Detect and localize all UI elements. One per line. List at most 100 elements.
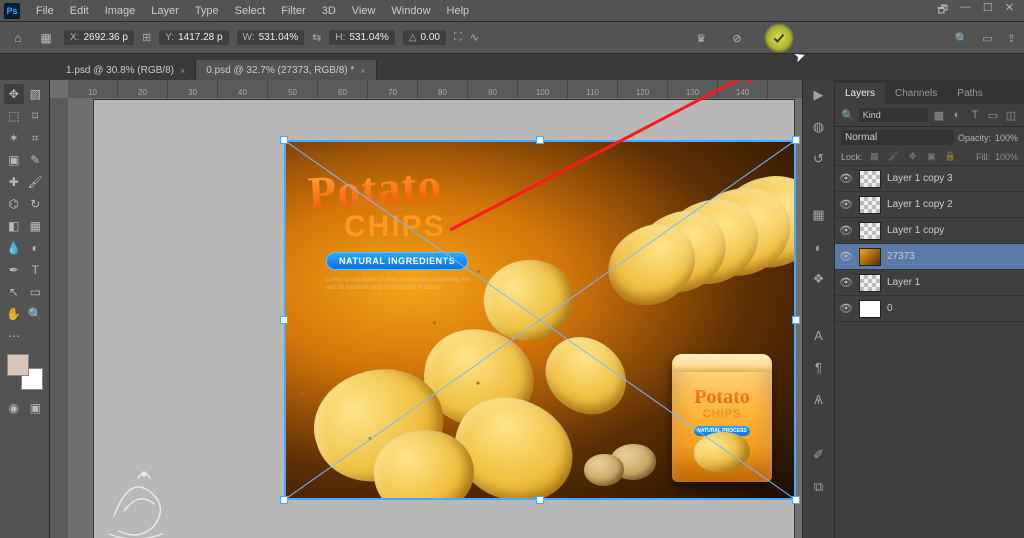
panel-tab-channels[interactable]: Channels [885,83,947,104]
placed-image[interactable]: Potato CHIPS NATURAL INGREDIENTS Lorem i… [284,140,796,500]
layer-row[interactable]: 👁0 [835,296,1024,322]
filter-kind-dropdown[interactable]: Kind [859,108,928,122]
menu-image[interactable]: Image [97,3,144,19]
lasso-tool[interactable]: ⌑ [26,106,46,126]
clone-panel-icon[interactable]: ⧉ [810,478,828,496]
shape-tool[interactable]: ▭ [26,282,46,302]
blur-tool[interactable]: 💧 [4,238,24,258]
filter-smart-icon[interactable]: ◫ [1004,109,1018,122]
filter-adjust-icon[interactable]: ◐ [950,109,964,121]
close-tab-icon[interactable]: × [180,66,185,76]
heal-tool[interactable]: ✚ [4,172,24,192]
visibility-icon[interactable]: 👁 [839,224,853,237]
visibility-icon[interactable]: 👁 [839,276,853,289]
stamp-tool[interactable]: ⌬ [4,194,24,214]
foreground-color-swatch[interactable] [7,354,29,376]
restore-child-icon[interactable]: 🗗 [938,1,948,20]
opacity-value[interactable]: 100% [995,133,1018,143]
layer-row[interactable]: 👁Layer 1 copy 2 [835,192,1024,218]
visibility-icon[interactable]: 👁 [839,250,853,263]
menu-window[interactable]: Window [383,3,438,19]
swatches-panel-icon[interactable]: ▦ [810,206,828,224]
color-swatches[interactable] [7,354,43,390]
panel-tab-layers[interactable]: Layers [835,83,885,104]
play-action-icon[interactable]: ▶ [810,86,828,104]
layer-thumb[interactable] [859,300,881,318]
paragraph-icon[interactable]: ¶ [810,358,828,376]
move-tool[interactable]: ✥ [4,84,24,104]
y-field[interactable]: Y:1417.28 p [159,30,228,45]
type-tool[interactable]: T [26,260,46,280]
frame-tool[interactable]: ▣ [4,150,24,170]
lock-nest-icon[interactable]: ▣ [925,151,939,162]
filter-type-icon[interactable]: T [968,109,982,121]
lock-trans-icon[interactable]: ▦ [868,151,882,162]
canvas-area[interactable]: 102030405060708090100110120130140 Potato… [50,80,802,538]
path-select-tool[interactable]: ↖ [4,282,24,302]
screen-mode-icon[interactable]: ▣ [26,398,46,418]
menu-layer[interactable]: Layer [143,3,187,19]
warp-icon[interactable]: ♛ [692,29,710,47]
h-field[interactable]: H:531.04% [329,30,394,45]
document-tab[interactable]: 0.psd @ 32.7% (27373, RGB/8) *× [196,60,376,80]
blend-mode-dropdown[interactable]: Normal [841,130,954,145]
interp-icon[interactable]: ⛶ [454,31,462,44]
pen-tool[interactable]: ✒ [4,260,24,280]
anti-alias-icon[interactable]: ∿ [470,31,479,44]
lock-pos-icon[interactable]: ✥ [906,151,920,162]
history-brush-tool[interactable]: ↻ [26,194,46,214]
menu-filter[interactable]: Filter [273,3,313,19]
3d-icon[interactable]: ◍ [810,118,828,136]
search-icon[interactable]: 🔍 [955,32,969,45]
layer-row[interactable]: 👁Layer 1 copy 3 [835,166,1024,192]
tool-preset-icon[interactable]: ▦ [36,28,56,48]
quick-select-tool[interactable]: ✶ [4,128,24,148]
crop-tool[interactable]: ⌗ [26,128,46,148]
visibility-icon[interactable]: 👁 [839,198,853,211]
menu-view[interactable]: View [344,3,384,19]
cancel-transform-icon[interactable]: ⊘ [728,29,746,47]
eyedropper-tool[interactable]: ✎ [26,150,46,170]
close-tab-icon[interactable]: × [360,66,365,76]
w-field[interactable]: W:531.04% [237,30,305,45]
layer-thumb[interactable] [859,222,881,240]
edit-toolbar-icon[interactable]: ⋯ [4,326,24,346]
fill-value[interactable]: 100% [995,152,1018,162]
layer-thumb[interactable] [859,170,881,188]
layer-row[interactable]: 👁Layer 1 copy [835,218,1024,244]
panel-tab-paths[interactable]: Paths [947,83,993,104]
home-icon[interactable]: ⌂ [8,28,28,48]
gradient-tool[interactable]: ▦ [26,216,46,236]
commit-transform-button[interactable] [764,23,794,53]
artboard-tool[interactable]: ▧ [26,84,46,104]
dodge-tool[interactable]: ◐ [26,238,46,258]
menu-file[interactable]: File [28,3,62,19]
marquee-tool[interactable]: ⬚ [4,106,24,126]
zoom-tool[interactable]: 🔍 [26,304,46,324]
character-icon[interactable]: A [810,326,828,344]
x-field[interactable]: X:2692.36 p [64,30,134,45]
angle-field[interactable]: △0.00 [403,30,446,45]
glyph-icon[interactable]: Ѧ [810,390,828,408]
filter-pixel-icon[interactable]: ▩ [932,109,946,122]
share-icon[interactable]: ⇪ [1007,32,1016,45]
link-wh-icon[interactable]: ⇆ [312,31,321,44]
layer-row[interactable]: 👁Layer 1 [835,270,1024,296]
visibility-icon[interactable]: 👁 [839,302,853,315]
workspace-icon[interactable]: ▭ [982,32,992,45]
adjustments-icon[interactable]: ◐ [810,238,828,256]
styles-icon[interactable]: ❖ [810,270,828,288]
menu-select[interactable]: Select [227,3,274,19]
layer-thumb[interactable] [859,248,881,266]
document-tab[interactable]: 1.psd @ 30.8% (RGB/8)× [56,60,196,80]
layer-thumb[interactable] [859,196,881,214]
history-icon[interactable]: ↺ [810,150,828,168]
menu-type[interactable]: Type [187,3,227,19]
layer-thumb[interactable] [859,274,881,292]
visibility-icon[interactable]: 👁 [839,172,853,185]
quick-mask-icon[interactable]: ◉ [4,398,24,418]
app-logo[interactable]: Ps [4,3,20,19]
search-icon[interactable]: 🔍 [841,109,855,122]
close-icon[interactable]: ✕ [1005,1,1014,20]
menu-help[interactable]: Help [439,3,478,19]
